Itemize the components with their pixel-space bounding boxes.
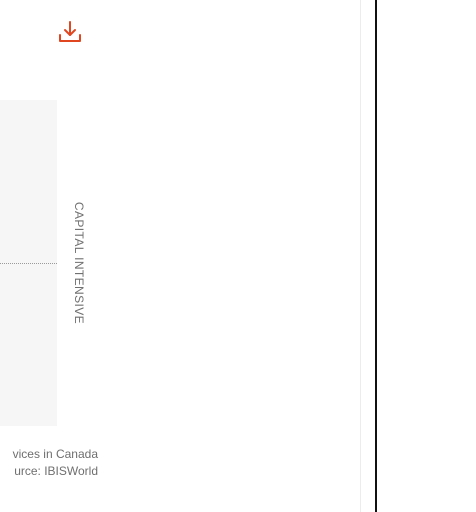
panel-divider xyxy=(375,0,377,512)
capital-intensive-label: CAPITAL INTENSIVE xyxy=(72,201,86,325)
chart-midline xyxy=(0,263,57,264)
panel-border xyxy=(360,0,361,512)
download-icon xyxy=(59,21,81,42)
chart-caption: vices in Canada urce: IBISWorld xyxy=(13,446,98,480)
chart-caption-line-1: vices in Canada xyxy=(12,447,98,461)
download-button[interactable] xyxy=(56,18,84,46)
chart-source: urce: IBISWorld xyxy=(14,464,98,478)
